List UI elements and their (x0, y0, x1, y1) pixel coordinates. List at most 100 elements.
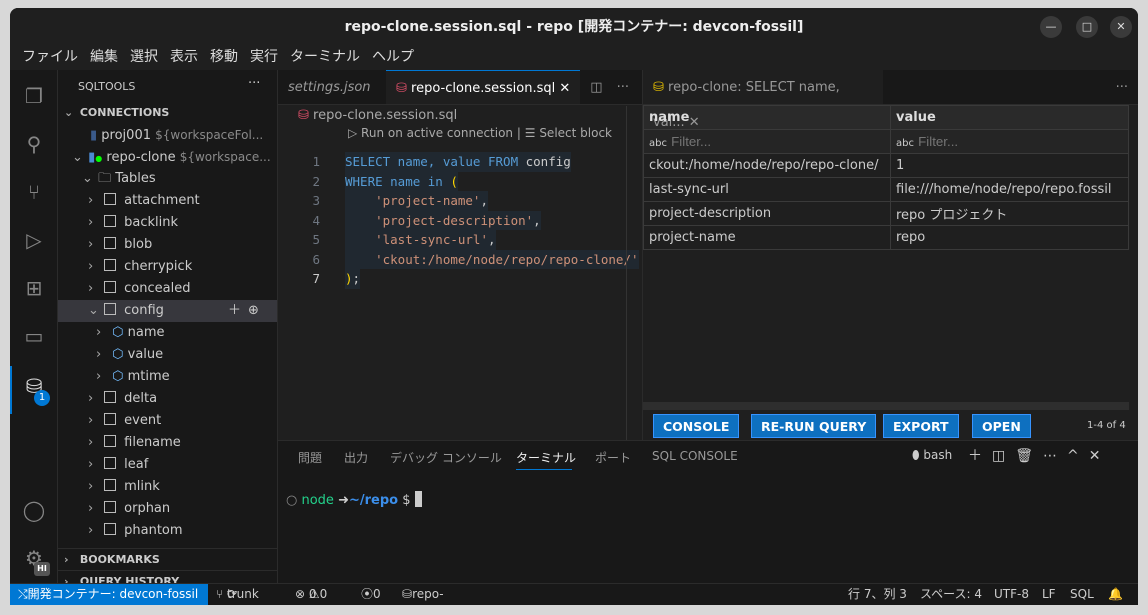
table-item[interactable]: › event (58, 410, 277, 432)
indentation[interactable]: スペース: 4 (920, 584, 982, 605)
cell-value[interactable]: repo プロジェクト (890, 201, 1129, 226)
menu-terminal[interactable]: ターミナル (284, 44, 366, 70)
code-area[interactable]: 1234567 SELECT name, value FROM config W… (278, 152, 639, 292)
breadcrumb[interactable]: ⛁ repo-clone.session.sql (298, 108, 457, 123)
console-button[interactable]: CONSOLE (653, 414, 740, 438)
result-row[interactable]: ckout:/home/node/repo/repo-clone/1 (643, 153, 1129, 178)
split-terminal-icon[interactable]: ◫ (992, 448, 1015, 464)
table-item-config[interactable]: ⌄ config ＋ ⊕ (58, 300, 277, 322)
result-row[interactable]: project-name repo (643, 225, 1129, 250)
maximize-panel-icon[interactable]: ^ (1067, 448, 1089, 464)
table-item[interactable]: › filename (58, 432, 277, 454)
table-item[interactable]: › blob (58, 234, 277, 256)
encoding[interactable]: UTF-8 (994, 584, 1029, 605)
column-item[interactable]: › ⬡ name (58, 322, 277, 344)
tab-session-sql[interactable]: ⛁ repo-clone.session.sql ✕ (386, 70, 581, 104)
account-icon[interactable]: ◯ (22, 498, 46, 522)
panel-tab[interactable]: 問題 (298, 449, 322, 466)
menu-edit[interactable]: 編集 (84, 44, 124, 70)
active-connection[interactable]: ⛁ repo-clone (402, 584, 444, 605)
cell-value[interactable]: repo (890, 225, 1129, 250)
export-button[interactable]: EXPORT (883, 414, 959, 438)
run-debug-icon[interactable]: ▷ (22, 228, 46, 252)
split-editor-button[interactable]: ◫ (580, 70, 612, 104)
result-row[interactable]: last-sync-url file:///home/node/repo/repo… (643, 177, 1129, 202)
tab-query-results[interactable]: ⛁ repo-clone: SELECT name, val... ✕ (643, 70, 883, 130)
remote-indicator[interactable]: ⤭ 開発コンテナー: devcon-fossil (10, 584, 208, 605)
connection-proj001[interactable]: ▮ proj001 ${workspaceFol... (58, 124, 277, 146)
menu-file[interactable]: ファイル (16, 44, 84, 70)
menu-run[interactable]: 実行 (244, 44, 284, 70)
column-item[interactable]: › ⬡ value (58, 344, 277, 366)
extensions-icon[interactable]: ⊞ (22, 276, 46, 300)
column-header-value[interactable]: value (890, 105, 1129, 130)
eol[interactable]: LF (1042, 584, 1056, 605)
editor-more-button[interactable]: ··· (613, 70, 633, 104)
ports-indicator[interactable]: ⦿ 0 (361, 584, 381, 605)
sidebar-more-button[interactable]: ··· (248, 76, 260, 91)
trash-icon[interactable]: 🗑 (1015, 448, 1043, 464)
table-item[interactable]: › orphan (58, 498, 277, 520)
filter-name-input[interactable] (671, 133, 872, 149)
tab-settings-json[interactable]: settings.json (278, 70, 386, 104)
select-block-link[interactable]: Select block (539, 126, 612, 140)
panel-tab[interactable]: ターミナル (516, 449, 576, 466)
tables-group[interactable]: ⌄ 🗀 Tables (58, 168, 277, 190)
table-item[interactable]: › attachment (58, 190, 277, 212)
bookmarks-section[interactable]: › BOOKMARKS (58, 548, 277, 570)
cell-name[interactable]: ckout:/home/node/repo/repo-clone/ (643, 153, 891, 178)
table-item[interactable]: › phantom (58, 520, 277, 542)
zoom-in-icon[interactable]: ⊕ (248, 300, 259, 322)
result-row[interactable]: project-description repo プロジェクト (643, 201, 1129, 226)
connection-repo-clone[interactable]: ⌄ ▮● repo-clone ${workspace... (58, 146, 277, 168)
table-item[interactable]: › concealed (58, 278, 277, 300)
panel-tab[interactable]: デバッグ コンソール (390, 449, 502, 466)
results-more-button[interactable]: ··· (1106, 70, 1138, 104)
cell-name[interactable]: project-name (643, 225, 891, 250)
terminal-shell[interactable]: ⬮ bash (912, 448, 952, 463)
source-control-icon[interactable]: ⑂ (22, 180, 46, 204)
panel-tab[interactable]: SQL CONSOLE (652, 449, 738, 463)
cursor-position[interactable]: 行 7、列 3 (848, 584, 907, 605)
search-icon[interactable]: ⚲ (22, 132, 46, 156)
language-mode[interactable]: SQL (1070, 584, 1094, 605)
menu-selection[interactable]: 選択 (124, 44, 164, 70)
cell-name[interactable]: last-sync-url (643, 177, 891, 202)
cell-name[interactable]: project-description (643, 201, 891, 226)
terminal-prompt[interactable]: ○ node ➜~/repo $ (286, 491, 422, 508)
minimize-button[interactable]: — (1040, 16, 1062, 38)
close-tab-icon[interactable]: ✕ (559, 81, 570, 96)
table-item[interactable]: › delta (58, 388, 277, 410)
cell-value[interactable]: file:///home/node/repo/repo.fossil (890, 177, 1129, 202)
open-button[interactable]: OPEN (972, 414, 1031, 438)
column-item[interactable]: › ⬡ mtime (58, 366, 277, 388)
menu-go[interactable]: 移動 (204, 44, 244, 70)
menu-help[interactable]: ヘルプ (366, 44, 420, 70)
panel-tab[interactable]: ポート (595, 449, 631, 466)
horizontal-scrollbar[interactable] (643, 402, 1129, 410)
table-item[interactable]: › cherrypick (58, 256, 277, 278)
more-icon[interactable]: ⋯ (1043, 448, 1067, 464)
branch-indicator[interactable]: ⑂ trunk ⟳ (216, 584, 259, 605)
connections-section[interactable]: ⌄ CONNECTIONS (58, 102, 277, 124)
table-item[interactable]: › backlink (58, 212, 277, 234)
line-number: 4 (312, 212, 320, 228)
table-name: orphan (124, 501, 171, 516)
new-terminal-icon[interactable]: ＋ (968, 448, 992, 464)
table-item[interactable]: › mlink (58, 476, 277, 498)
filter-value-input[interactable] (918, 133, 1119, 149)
maximize-button[interactable]: □ (1076, 16, 1098, 38)
table-item[interactable]: › leaf (58, 454, 277, 476)
close-window-button[interactable]: ✕ (1110, 16, 1132, 38)
remote-explorer-icon[interactable]: ▭ (22, 324, 46, 348)
menu-view[interactable]: 表示 (164, 44, 204, 70)
panel-tab[interactable]: 出力 (344, 449, 368, 466)
add-icon[interactable]: ＋ (228, 300, 241, 322)
run-on-active-connection-link[interactable]: Run on active connection (361, 126, 513, 140)
close-panel-icon[interactable]: ✕ (1089, 448, 1111, 464)
rerun-query-button[interactable]: RE-RUN QUERY (751, 414, 877, 438)
cell-value[interactable]: 1 (890, 153, 1129, 178)
problems-indicator[interactable]: ⊗ 0 ⚠ 0 (295, 584, 327, 605)
notifications-bell-icon[interactable]: 🔔 (1108, 584, 1123, 605)
explorer-icon[interactable]: ❐ (22, 84, 46, 108)
